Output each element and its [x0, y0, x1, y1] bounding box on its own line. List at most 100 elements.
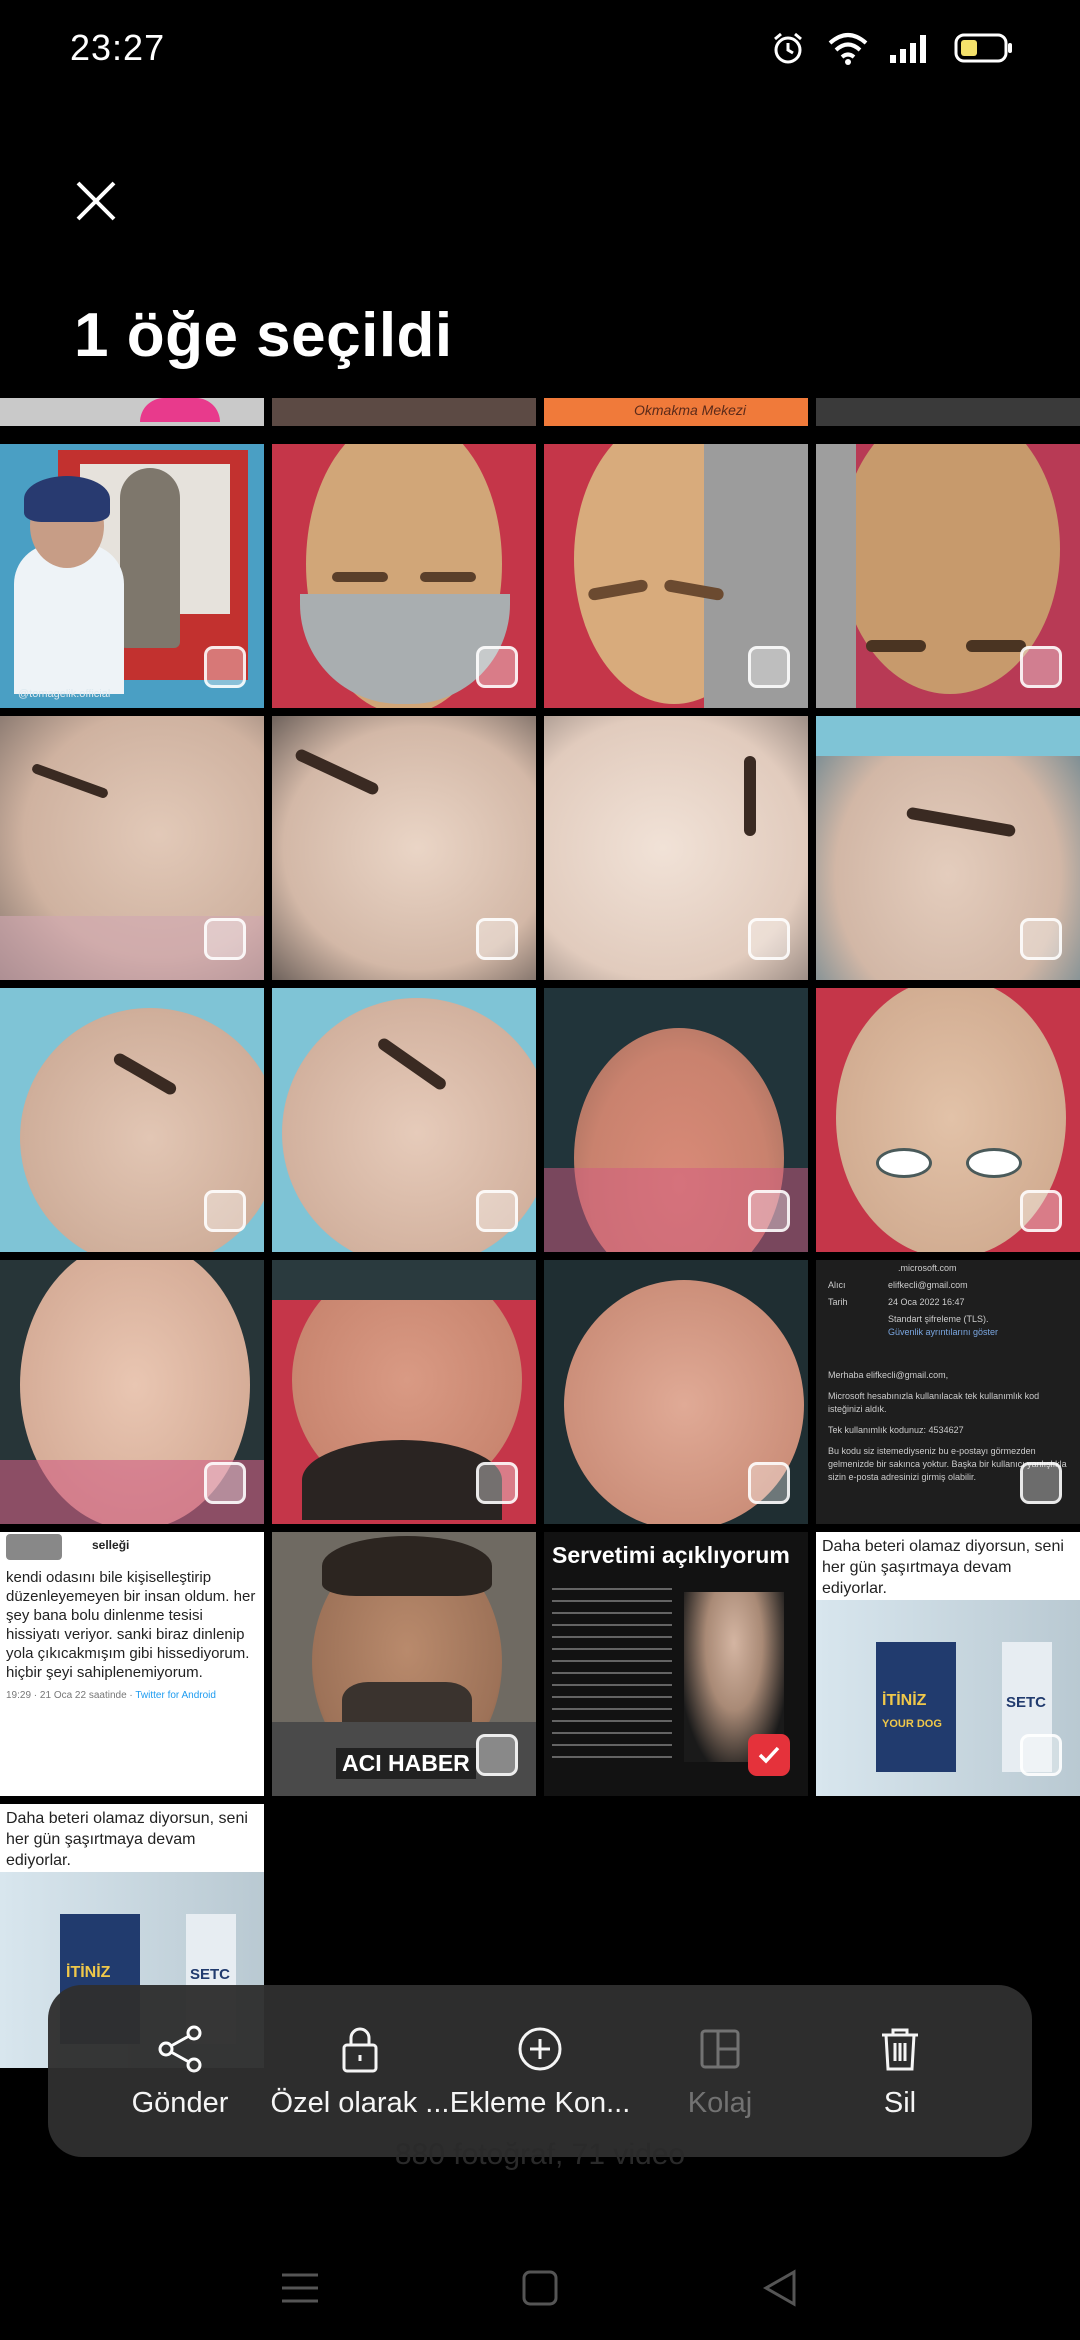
make-private-button[interactable]: Özel olarak ...	[270, 2023, 450, 2120]
menu-icon	[282, 2273, 318, 2302]
tweet-text: kendi odasını bile kişiselleştirip düzen…	[6, 1569, 256, 1681]
send-button[interactable]: Gönder	[90, 2023, 270, 2120]
status-icons	[770, 30, 1014, 66]
photo-thumbnail[interactable]: selleği kendi odasını bile kişiselleştir…	[0, 1532, 264, 1796]
recent-apps-button[interactable]	[270, 2258, 330, 2318]
select-checkbox[interactable]	[748, 918, 790, 960]
select-checkbox[interactable]	[476, 1734, 518, 1776]
collage-icon	[700, 2029, 740, 2068]
wifi-icon	[828, 33, 868, 65]
sign-text: SETC	[190, 1966, 231, 1983]
tweet-header: selleği	[92, 1538, 130, 1552]
photo-thumbnail[interactable]: .microsoft.com Alıcı elifkecli@gmail.com…	[816, 1260, 1080, 1524]
tweet-meta-link: Twitter for Android	[135, 1690, 216, 1701]
lock-icon	[342, 2027, 378, 2072]
photo-thumbnail[interactable]: Servetimi açıklıyorum	[544, 1532, 808, 1796]
select-checkbox[interactable]	[204, 1190, 246, 1232]
photo-thumbnail[interactable]	[816, 988, 1080, 1252]
collage-label: Kolaj	[687, 2086, 753, 2119]
email-to-label: Alıcı	[828, 1280, 846, 1290]
photo-thumbnail[interactable]	[0, 716, 264, 980]
sign-text: YOUR DOG	[882, 1718, 942, 1730]
select-checkbox[interactable]	[476, 918, 518, 960]
photo-thumbnail[interactable]	[0, 1260, 264, 1524]
photo-thumbnail[interactable]: Okmakma Mekezi	[544, 398, 808, 426]
email-to-value: elifkecli@gmail.com	[888, 1280, 968, 1290]
photo-thumbnail[interactable]: ACI HABER	[272, 1532, 536, 1796]
add-to-album-button[interactable]: Ekleme Kon...	[450, 2023, 630, 2120]
photo-thumbnail[interactable]	[816, 716, 1080, 980]
make-private-label: Özel olarak ...	[270, 2086, 450, 2119]
select-checkbox[interactable]	[1020, 646, 1062, 688]
select-checkbox[interactable]	[476, 1462, 518, 1504]
select-checkbox[interactable]	[748, 646, 790, 688]
back-icon	[762, 2268, 796, 2307]
thumbnail-caption: @tomagelik.official	[18, 688, 111, 700]
alarm-icon	[774, 32, 802, 64]
page-title: 1 öğe seçildi	[74, 301, 453, 370]
select-checkbox[interactable]	[748, 1190, 790, 1232]
home-icon	[522, 2270, 558, 2305]
select-checkbox[interactable]	[1020, 1734, 1062, 1776]
email-security-link: Güvenlik ayrıntılarını göster	[888, 1327, 999, 1337]
photo-thumbnail[interactable]	[272, 1260, 536, 1524]
trash-icon	[882, 2028, 918, 2070]
poster-title: Servetimi açıklıyorum	[552, 1542, 790, 1568]
email-encryption: Standart şifreleme (TLS).	[888, 1314, 989, 1324]
status-bar: 23:27	[0, 0, 1080, 96]
email-body-1: Microsoft hesabınızla kullanılacak tek k…	[828, 1391, 1040, 1414]
close-button[interactable]	[60, 165, 132, 237]
photo-thumbnail[interactable]: @tomagelik.official	[0, 444, 264, 708]
check-icon	[758, 1746, 780, 1764]
back-button[interactable]	[750, 2258, 810, 2318]
photo-thumbnail[interactable]: Daha beteri olamaz diyorsun, seni her gü…	[816, 1532, 1080, 1796]
add-to-album-label: Ekleme Kon...	[449, 2086, 631, 2119]
select-checkbox[interactable]	[204, 918, 246, 960]
home-button[interactable]	[510, 2258, 570, 2318]
select-checkbox[interactable]	[1020, 918, 1062, 960]
photo-thumbnail[interactable]	[0, 988, 264, 1252]
delete-button[interactable]: Sil	[810, 2023, 990, 2120]
photo-thumbnail[interactable]	[272, 444, 536, 708]
sign-text: İTİNİZ	[66, 1964, 111, 1981]
system-nav-bar	[0, 2235, 1080, 2340]
sign-text: SETC	[1006, 1694, 1047, 1711]
thumbnail-caption: Okmakma Mekezi	[634, 402, 747, 418]
email-date-label: Tarih	[828, 1297, 848, 1307]
photo-thumbnail[interactable]	[272, 988, 536, 1252]
photo-thumbnail[interactable]	[544, 988, 808, 1252]
select-checkbox[interactable]	[1020, 1462, 1062, 1504]
sign-text: İTİNİZ	[882, 1692, 927, 1709]
photo-thumbnail[interactable]	[544, 716, 808, 980]
news-title: ACI HABER	[336, 1748, 476, 1779]
quote-text: Daha beteri olamaz diyorsun, seni her gü…	[822, 1538, 1064, 1597]
selection-action-bar: Gönder Özel olarak ... Ekleme Kon... Kol…	[48, 1985, 1032, 2157]
photo-thumbnail[interactable]	[816, 444, 1080, 708]
photo-grid[interactable]: Okmakma Mekezi @tomagelik.official .micr…	[0, 398, 1080, 2078]
select-checkbox-checked[interactable]	[748, 1734, 790, 1776]
status-time: 23:27	[70, 27, 166, 68]
collage-button[interactable]: Kolaj	[630, 2023, 810, 2120]
select-checkbox[interactable]	[1020, 1190, 1062, 1232]
photo-thumbnail[interactable]	[544, 444, 808, 708]
select-checkbox[interactable]	[476, 1190, 518, 1232]
photo-thumbnail[interactable]	[272, 398, 536, 426]
email-code: Tek kullanımlık kodunuz: 4534627	[828, 1425, 964, 1435]
select-checkbox[interactable]	[476, 646, 518, 688]
photo-thumbnail[interactable]	[272, 716, 536, 980]
select-checkbox[interactable]	[204, 1734, 246, 1776]
select-checkbox[interactable]	[204, 1462, 246, 1504]
photo-thumbnail[interactable]	[816, 398, 1080, 426]
email-date-value: 24 Oca 2022 16:47	[888, 1297, 965, 1307]
add-circle-icon	[518, 2027, 562, 2070]
photo-thumbnail[interactable]	[544, 1260, 808, 1524]
media-count: 880 fotoğraf, 71 video	[394, 2138, 686, 2171]
quote-text: Daha beteri olamaz diyorsun, seni her gü…	[6, 1810, 248, 1869]
photo-thumbnail[interactable]	[0, 398, 264, 426]
send-label: Gönder	[131, 2086, 229, 2119]
close-icon	[76, 181, 116, 221]
email-greeting: Merhaba elifkecli@gmail.com,	[828, 1370, 949, 1380]
select-checkbox[interactable]	[204, 646, 246, 688]
tweet-meta: 19:29 · 21 Oca 22 saatinde ·	[6, 1690, 136, 1701]
select-checkbox[interactable]	[748, 1462, 790, 1504]
